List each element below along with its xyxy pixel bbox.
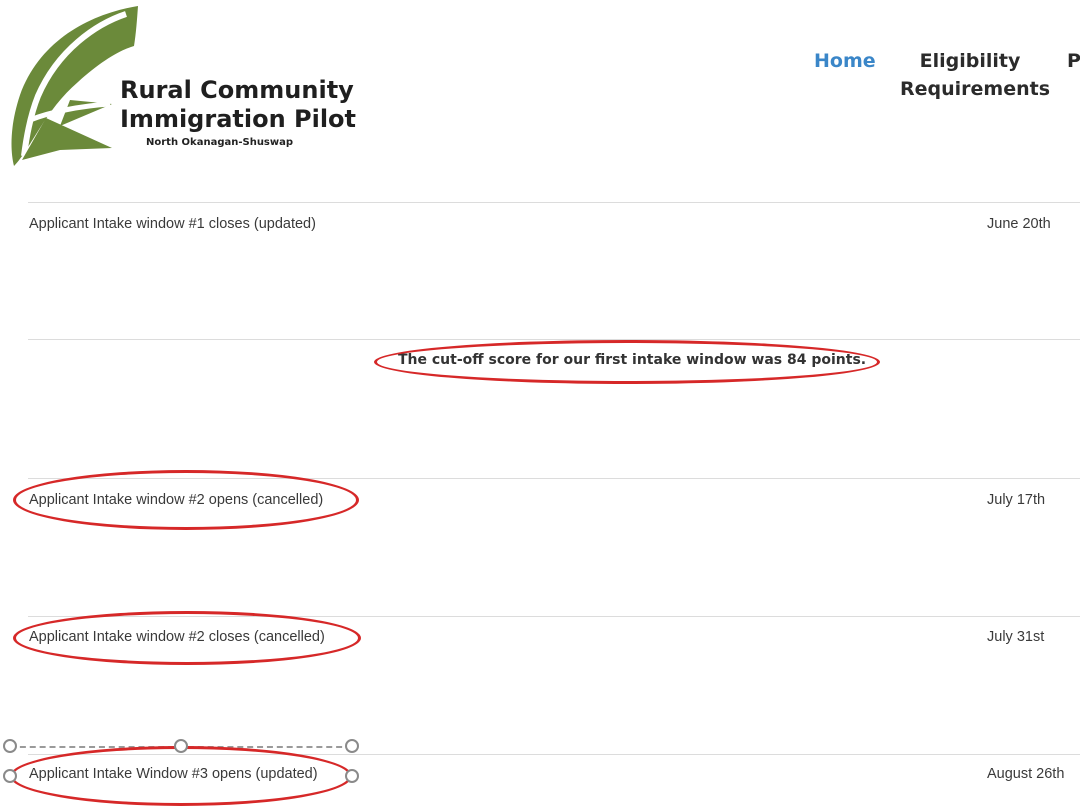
nav-home[interactable]: Home bbox=[814, 47, 876, 75]
resize-handle[interactable] bbox=[345, 739, 359, 753]
resize-handle[interactable] bbox=[345, 769, 359, 783]
nav-truncated-item[interactable]: P bbox=[1067, 47, 1080, 75]
resize-handle[interactable] bbox=[3, 769, 17, 783]
row-divider bbox=[28, 478, 1080, 479]
row-label: Applicant Intake Window #3 opens (update… bbox=[29, 766, 318, 782]
resize-handle[interactable] bbox=[3, 739, 17, 753]
nav-eligibility-label: Eligibility bbox=[919, 50, 1021, 72]
brand-line-2: Immigration Pilot bbox=[120, 105, 357, 133]
row-date: June 20th bbox=[987, 216, 1051, 232]
leaf-logo-icon bbox=[11, 6, 138, 166]
brand-line-1: Rural Community bbox=[120, 76, 354, 104]
nav-eligibility-requirements[interactable]: Eligibility Requirements bbox=[900, 47, 1051, 103]
row-date: July 31st bbox=[987, 629, 1045, 645]
row-label: Applicant Intake window #2 closes (cance… bbox=[29, 629, 325, 645]
resize-handle[interactable] bbox=[174, 739, 188, 753]
row-label: Applicant Intake window #1 closes (updat… bbox=[29, 216, 316, 232]
row-date: August 26th bbox=[987, 766, 1065, 782]
row-divider bbox=[28, 754, 1080, 755]
row-date: July 17th bbox=[987, 492, 1046, 508]
row-divider bbox=[28, 202, 1080, 203]
row-divider bbox=[28, 616, 1080, 617]
row-label: Applicant Intake window #2 opens (cancel… bbox=[29, 492, 324, 508]
brand-subtitle: North Okanagan-Shuswap bbox=[146, 137, 294, 148]
row-divider bbox=[28, 339, 1080, 340]
nav-requirements-label: Requirements bbox=[900, 78, 1051, 100]
cutoff-notice: The cut-off score for our first intake w… bbox=[398, 352, 867, 368]
site-logo[interactable]: Rural Community Immigration Pilot North … bbox=[0, 0, 356, 175]
